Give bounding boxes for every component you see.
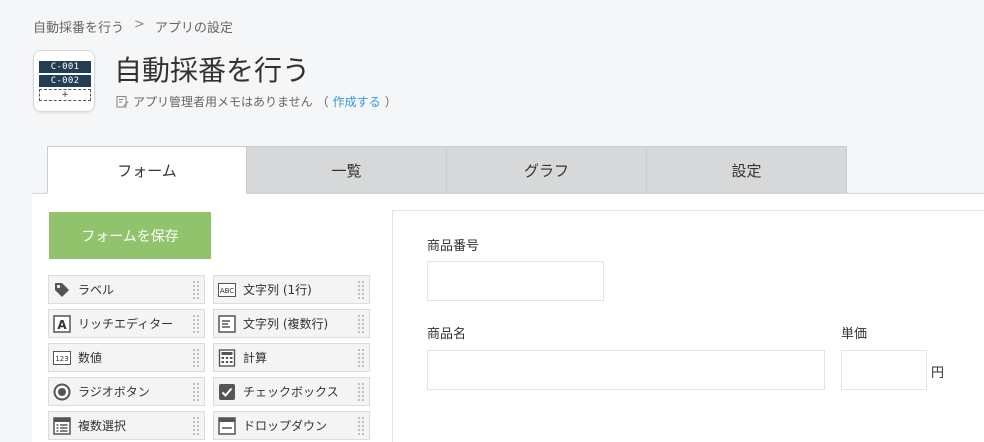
tag-icon bbox=[53, 281, 71, 299]
save-form-button[interactable]: フォームを保存 bbox=[49, 212, 211, 259]
palette-item-text: 複数選択 bbox=[78, 419, 127, 433]
settings-tabs: フォーム 一覧 グラフ 設定 bbox=[47, 146, 847, 194]
memo-text: アプリ管理者用メモはありません bbox=[133, 95, 313, 109]
app-icon-plus: + bbox=[39, 89, 91, 101]
app-icon: C-001 C-002 + bbox=[33, 50, 95, 112]
palette-item-label[interactable]: ラベル bbox=[48, 275, 205, 304]
multi-select-icon bbox=[53, 416, 71, 435]
palette-item-text: ドロップダウン bbox=[243, 419, 328, 433]
drag-handle-icon bbox=[357, 382, 365, 403]
drag-handle-icon bbox=[192, 314, 200, 335]
palette-item-multi-select[interactable]: 複数選択 bbox=[48, 411, 205, 440]
memo-edit-icon bbox=[116, 95, 129, 108]
breadcrumb-separator: > bbox=[134, 17, 145, 32]
field-palette: ラベル ABC 文字列 (1行) A リッチエディター 文字列 (複数行) 12… bbox=[48, 275, 370, 440]
app-icon-code-1: C-001 bbox=[39, 61, 91, 73]
palette-item-text: 数値 bbox=[78, 351, 103, 365]
unit-price-currency: 円 bbox=[931, 366, 945, 381]
drag-handle-icon bbox=[357, 280, 365, 301]
dropdown-icon bbox=[218, 416, 236, 435]
palette-item-text: 文字列 (複数行) bbox=[243, 317, 329, 331]
field-label-unit-price: 単価 bbox=[841, 327, 868, 342]
palette-item-text: リッチエディター bbox=[78, 317, 174, 331]
field-label-product-number: 商品番号 bbox=[427, 239, 480, 254]
rich-editor-icon-text: A bbox=[57, 318, 67, 332]
drag-handle-icon bbox=[357, 416, 365, 437]
drag-handle-icon bbox=[357, 314, 365, 335]
palette-item-text: ラベル bbox=[78, 283, 115, 297]
palette-item-text: チェックボックス bbox=[243, 385, 339, 399]
breadcrumb-current: アプリの設定 bbox=[154, 21, 233, 36]
field-label-product-name: 商品名 bbox=[427, 327, 467, 342]
palette-item-text: 文字列 (1行) bbox=[243, 283, 312, 297]
palette-item-text: ラジオボタン bbox=[78, 385, 150, 399]
multiline-text-icon bbox=[218, 314, 236, 333]
abc-icon-text: ABC bbox=[220, 287, 234, 295]
memo-paren-close: ） bbox=[384, 95, 397, 109]
number-icon: 123 bbox=[53, 349, 71, 367]
palette-item-rich-editor[interactable]: A リッチエディター bbox=[48, 309, 205, 338]
calculator-icon bbox=[218, 348, 236, 367]
palette-item-multi-line-text[interactable]: 文字列 (複数行) bbox=[213, 309, 370, 338]
app-title: 自動採番を行う bbox=[114, 54, 311, 87]
form-layout-canvas: 商品番号 商品名 単価 円 bbox=[392, 210, 984, 442]
tab-form[interactable]: フォーム bbox=[47, 146, 247, 194]
checkbox-icon bbox=[218, 383, 236, 401]
tab-settings[interactable]: 設定 bbox=[647, 146, 847, 194]
app-icon-code-2: C-002 bbox=[39, 75, 91, 87]
palette-item-dropdown[interactable]: ドロップダウン bbox=[213, 411, 370, 440]
product-number-field[interactable] bbox=[427, 261, 604, 301]
palette-item-radio-button[interactable]: ラジオボタン bbox=[48, 377, 205, 406]
drag-handle-icon bbox=[192, 382, 200, 403]
palette-item-calculation[interactable]: 計算 bbox=[213, 343, 370, 372]
breadcrumb: 自動採番を行う > アプリの設定 bbox=[33, 17, 233, 36]
rich-editor-icon: A bbox=[53, 314, 71, 333]
drag-handle-icon bbox=[357, 348, 365, 369]
radio-icon bbox=[53, 383, 71, 401]
number-icon-text: 123 bbox=[55, 355, 68, 363]
palette-item-checkbox[interactable]: チェックボックス bbox=[213, 377, 370, 406]
drag-handle-icon bbox=[192, 416, 200, 437]
abc-icon: ABC bbox=[218, 281, 236, 299]
memo-paren-open: （ bbox=[316, 95, 329, 109]
palette-item-single-line-text[interactable]: ABC 文字列 (1行) bbox=[213, 275, 370, 304]
tab-list[interactable]: 一覧 bbox=[247, 146, 447, 194]
palette-item-text: 計算 bbox=[243, 351, 268, 365]
form-editor: フォームを保存 ラベル ABC 文字列 (1行) A リッチエディター 文字列 … bbox=[32, 193, 984, 442]
tab-graph[interactable]: グラフ bbox=[447, 146, 647, 194]
drag-handle-icon bbox=[192, 348, 200, 369]
product-name-field[interactable] bbox=[427, 350, 825, 390]
drag-handle-icon bbox=[192, 280, 200, 301]
app-memo: アプリ管理者用メモはありません（ 作成する） bbox=[116, 93, 397, 110]
unit-price-field[interactable] bbox=[841, 350, 927, 390]
breadcrumb-app-link[interactable]: 自動採番を行う bbox=[33, 17, 124, 36]
palette-item-number[interactable]: 123 数値 bbox=[48, 343, 205, 372]
memo-create-link[interactable]: 作成する bbox=[333, 93, 381, 110]
